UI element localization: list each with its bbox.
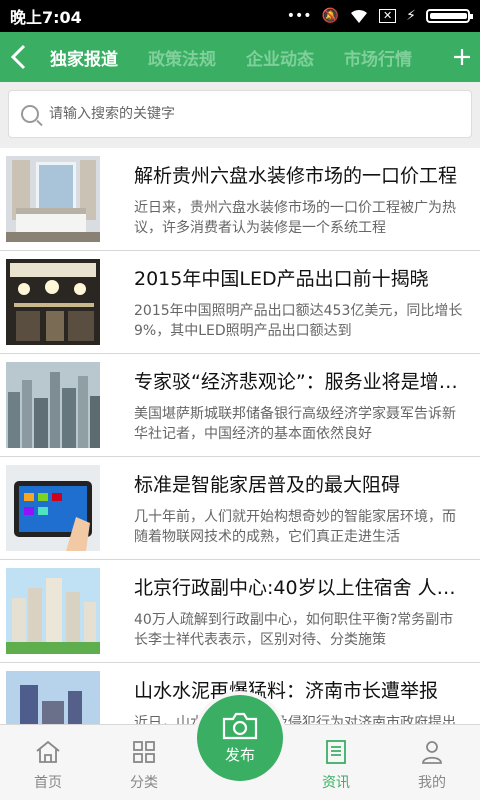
nav-news[interactable]: 资讯 [288,725,384,800]
news-thumbnail [6,671,100,724]
status-icons: ••• 🔕 ✕ ⚡ [286,8,473,24]
news-thumbnail [6,465,100,551]
sim-off-icon: ✕ [378,9,397,23]
add-tab-button[interactable] [444,32,480,82]
news-summary: 2015年中国照明产品出口额达453亿美元，同比增长9%，其中LED照明产品出口… [134,302,463,339]
news-text: 北京行政副中心:40岁以上住宿舍 人才引进 40万人疏解到行政副中心，如何职住平… [134,573,466,650]
category-tabs: 独家报道 政策法规 企业动态 市场行情 [36,45,444,70]
news-summary: 美国堪萨斯城联邦储备银行高级经济学家聂军告诉新华社记者，中国经济的基本面依然良好 [134,405,456,442]
nav-home[interactable]: 首页 [0,725,96,800]
news-text: 解析贵州六盘水装修市场的一口价工程 近日来，贵州六盘水装修市场的一口价工程被广为… [134,161,466,238]
news-icon [326,740,346,764]
bottom-nav: 首页 分类 发布 资讯 我的 [0,695,480,800]
news-item[interactable]: 标准是智能家居普及的最大阻碍 几十年前，人们就开始构想奇妙的智能家居环境，而随着… [0,457,480,560]
news-summary: 40万人疏解到行政副中心，如何职住平衡?常务副市长李士祥代表表示，区别对待、分类… [134,611,454,648]
more-icon: ••• [286,8,312,24]
news-summary: 几十年前，人们就开始构想奇妙的智能家居环境，而随着物联网技术的成熟，它们真正走进… [134,508,456,545]
home-icon [36,740,60,763]
news-title: 解析贵州六盘水装修市场的一口价工程 [134,164,458,187]
news-summary: 近日来，贵州六盘水装修市场的一口价工程被广为热议，许多消费者认为装修是一个系统工… [134,199,456,236]
nav-category-label: 分类 [130,775,158,791]
nav-news-label: 资讯 [322,775,350,791]
status-bar: 晚上7:04 ••• 🔕 ✕ ⚡ [0,0,480,32]
nav-category[interactable]: 分类 [96,725,192,800]
news-thumbnail [6,156,100,242]
news-title: 山水水泥再爆猛料：济南市长遭举报 [134,679,439,702]
news-title: 2015年中国LED产品出口前十揭晓 [134,267,429,290]
nav-home-label: 首页 [34,775,62,791]
wifi-icon [350,9,367,23]
news-title: 北京行政副中心:40岁以上住宿舍 人才引进 [134,576,466,599]
search-icon [21,105,39,123]
nav-mine-label: 我的 [418,775,446,791]
news-title: 标准是智能家居普及的最大阻碍 [134,473,401,496]
grid-icon [133,741,155,763]
news-item[interactable]: 解析贵州六盘水装修市场的一口价工程 近日来，贵州六盘水装修市场的一口价工程被广为… [0,148,480,251]
search-input[interactable] [49,106,459,122]
nav-mine[interactable]: 我的 [384,725,480,800]
tab-header: 独家报道 政策法规 企业动态 市场行情 [0,32,480,82]
camera-icon [222,712,258,739]
back-button[interactable] [0,32,36,82]
news-thumbnail [6,362,100,448]
news-summary: 近日，山水水泥就干扰及侵犯行为对济南市政府提出 [134,714,456,725]
tab-exclusive[interactable]: 独家报道 [50,45,118,70]
user-icon [422,741,442,764]
search-box[interactable] [8,90,472,138]
news-item[interactable]: 北京行政副中心:40岁以上住宿舍 人才引进 40万人疏解到行政副中心，如何职住平… [0,560,480,663]
publish-button[interactable]: 发布 [197,695,283,781]
tab-market[interactable]: 市场行情 [344,45,412,70]
news-text: 专家驳“经济悲观论”：服务业将是增长主力 美国堪萨斯城联邦储备银行高级经济学家聂… [134,367,466,444]
news-item[interactable]: 2015年中国LED产品出口前十揭晓 2015年中国照明产品出口额达453亿美元… [0,251,480,354]
tab-policy[interactable]: 政策法规 [148,45,216,70]
news-text: 2015年中国LED产品出口前十揭晓 2015年中国照明产品出口额达453亿美元… [134,264,466,341]
news-thumbnail [6,568,100,654]
tab-company-news[interactable]: 企业动态 [246,45,314,70]
news-title: 专家驳“经济悲观论”：服务业将是增长主力 [134,370,466,393]
charging-icon: ⚡ [406,8,416,24]
news-text: 山水水泥再爆猛料：济南市长遭举报 近日，山水水泥就干扰及侵犯行为对济南市政府提出 [134,676,466,725]
news-list: 解析贵州六盘水装修市场的一口价工程 近日来，贵州六盘水装修市场的一口价工程被广为… [0,148,480,724]
mute-icon: 🔕 [321,8,339,24]
search-area [0,82,480,148]
battery-icon [426,9,473,23]
back-arrow-icon [10,44,26,70]
publish-label: 发布 [224,745,255,764]
news-item[interactable]: 专家驳“经济悲观论”：服务业将是增长主力 美国堪萨斯城联邦储备银行高级经济学家聂… [0,354,480,457]
status-time: 晚上7:04 [10,8,82,27]
news-thumbnail [6,259,100,345]
news-text: 标准是智能家居普及的最大阻碍 几十年前，人们就开始构想奇妙的智能家居环境，而随着… [134,470,466,547]
plus-icon [454,49,470,65]
publish-wrap: 发布 [192,695,288,800]
